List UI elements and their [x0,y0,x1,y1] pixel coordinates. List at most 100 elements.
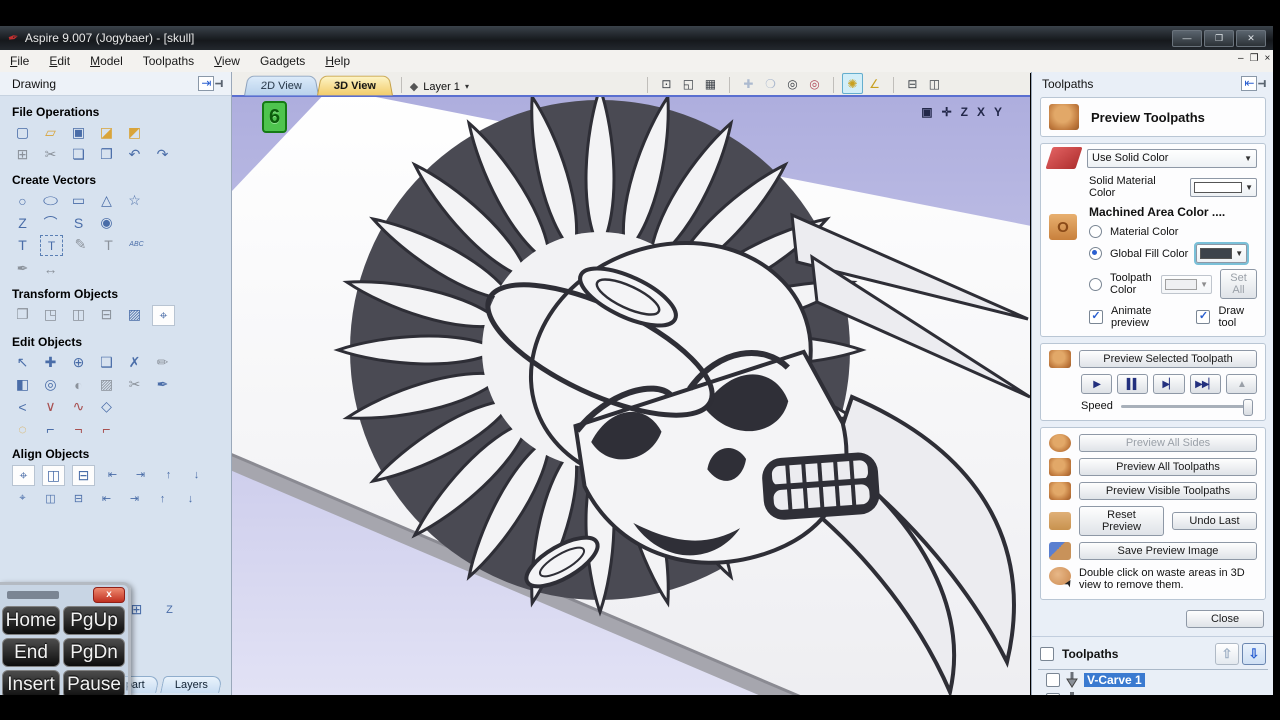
undo-last-button[interactable]: Undo Last [1172,512,1257,530]
grid-toggle-icon[interactable]: ▦ [700,73,721,94]
join-curve-icon[interactable]: ⌐ [96,419,117,438]
move-toolpath-down-button[interactable]: ⇩ [1242,643,1266,665]
window-title-bar[interactable]: ✒ Aspire 9.007 (Jogybaer) - [skull] — ❐ … [0,26,1280,50]
mdi-minimize-button[interactable]: – [1238,53,1244,65]
center-y-last-icon[interactable]: ⊟ [68,489,89,508]
open-file-icon[interactable]: ▱ [40,123,61,142]
draw-polyline-icon[interactable]: Z [12,213,33,232]
view-along-z-icon[interactable]: Z [961,105,968,119]
save-preview-image-button[interactable]: Save Preview Image [1079,542,1257,560]
select-cursor-icon[interactable]: ↖ [12,353,33,372]
snap-toggle-icon[interactable]: ⊡ [656,73,677,94]
close-vector-icon[interactable]: ◇ [96,397,117,416]
keycast-overlay-window[interactable]: x HomePgUpEndPgDnInsertPause [0,582,131,701]
join-line-icon[interactable]: ¬ [68,419,89,438]
join-move-icon[interactable]: ⌐ [40,419,61,438]
iso-view-icon[interactable]: ▣ [921,105,932,119]
pin-panel-icon[interactable]: ┳ [1258,80,1271,87]
toolpath-list-item[interactable]: V-Carve 1 [1032,670,1274,690]
move-object-icon[interactable]: ❐ [12,305,33,324]
draw-rectangle-icon[interactable]: ▭ [68,191,89,210]
center-x-material-icon[interactable]: ◫ [42,465,65,486]
run-to-end-button[interactable]: ▶▶▏ [1190,374,1221,394]
zoom-window-icon[interactable]: ◎ [782,73,803,94]
redo-icon[interactable]: ↷ [152,145,173,164]
zoom-selection-icon[interactable]: ◎ [804,73,825,94]
zoom-previous-icon[interactable]: ❍ [760,73,781,94]
tile-windows-vertical-icon[interactable]: ◫ [924,73,945,94]
cut-vector-node-icon[interactable]: ∨ [40,397,61,416]
rotate-view-icon[interactable]: ✛ [942,105,952,119]
new-file-icon[interactable]: ▢ [12,123,33,142]
align-bottom-icon[interactable]: ↓ [186,465,207,484]
distort-object-icon[interactable]: ▨ [124,305,145,324]
ungroup-objects-icon[interactable]: ✗ [124,353,145,372]
draw-star-icon[interactable]: ☆ [124,191,145,210]
fillet-tool-icon[interactable]: ✒ [152,375,173,394]
align-left-icon[interactable]: ⇤ [102,465,123,484]
draw-curve-icon[interactable]: S [68,213,89,232]
panel-tab[interactable]: Layers [160,676,223,693]
export-vectors-icon[interactable]: ◩ [124,123,145,142]
undo-icon[interactable]: ↶ [124,145,145,164]
draw-ellipse-icon[interactable]: ◯ [40,195,61,206]
align-top-edge-icon[interactable]: ↑ [152,489,173,508]
solid-color-dropdown[interactable]: Use Solid Color ▼ [1087,149,1257,168]
toolpaths-list-checkbox[interactable] [1040,647,1054,661]
draw-spiral-icon[interactable]: ◉ [96,213,117,232]
maximize-button[interactable]: ❐ [1204,30,1234,47]
align-left-edge-icon[interactable]: ⇤ [96,489,117,508]
copy-icon[interactable]: ❏ [68,145,89,164]
transform-mode-icon[interactable]: ⊕ [68,353,89,372]
tab-2d-view[interactable]: 2D View [244,76,319,96]
align-bottom-edge-icon[interactable]: ↓ [180,489,201,508]
align-right-icon[interactable]: ⇥ [130,465,151,484]
layer-selector[interactable]: ◆ Layer 1 ▾ [410,80,469,93]
close-button[interactable]: Close [1186,610,1264,628]
tab-3d-view[interactable]: 3D View [317,76,393,96]
set-size-icon[interactable]: ◳ [40,305,61,324]
smooth-vector-icon[interactable]: ∿ [68,397,89,416]
keycast-title-bar[interactable]: x [0,585,128,604]
pin-panel-icon[interactable]: ┳ [215,80,228,87]
pause-button[interactable]: ▌▌ [1117,374,1148,394]
tile-windows-horizontal-icon[interactable]: ⊟ [902,73,923,94]
menu-item[interactable]: Gadgets [250,52,315,70]
speed-slider[interactable] [1121,405,1253,408]
pan-view-icon[interactable]: ✚ [738,73,759,94]
mirror-horizontal-icon[interactable]: ◫ [68,305,89,324]
3d-view-viewport[interactable]: 6 ▣✛ZXY [232,97,1030,695]
preview-all-toolpaths-button[interactable]: Preview All Toolpaths [1079,458,1257,476]
edit-nodes-icon[interactable]: ✚ [40,353,61,372]
single-step-button[interactable]: ▶▏ [1153,374,1184,394]
preview-visible-toolpaths-button[interactable]: Preview Visible Toolpaths [1079,482,1257,500]
group-objects-icon[interactable]: ❑ [96,353,117,372]
dock-panel-icon[interactable]: ⇤ [1241,76,1257,91]
intersect-vectors-icon[interactable]: ◐ [68,375,89,394]
set-all-button[interactable]: Set All [1220,269,1257,299]
move-toolpath-up-button[interactable]: ⇧ [1215,643,1239,665]
text-on-curve-icon[interactable]: ABC [126,235,147,254]
draw-arc-icon[interactable]: ⌒ [40,213,61,232]
toolpath-visibility-checkbox[interactable] [1046,673,1060,687]
reset-preview-button[interactable]: Reset Preview [1079,506,1164,536]
toolpath-item-label[interactable]: V-Carve 1 [1084,673,1145,687]
light-direction-icon[interactable]: ∠ [864,73,885,94]
toolpath-color-dropdown[interactable]: ▼ [1161,275,1212,294]
keycast-close-button[interactable]: x [93,587,125,603]
material-color-radio[interactable] [1089,225,1102,238]
view-along-y-icon[interactable]: Y [994,105,1002,119]
preview-all-sides-button[interactable]: Preview All Sides [1079,434,1257,452]
global-fill-color-dropdown[interactable]: ▼ [1196,244,1247,263]
layout-zig-icon[interactable]: Z [159,600,180,619]
close-button[interactable]: ✕ [1236,30,1266,47]
menu-item[interactable]: Help [315,52,360,70]
align-center-material-icon[interactable]: ⌖ [12,465,35,486]
preview-selected-toolpath-button[interactable]: Preview Selected Toolpath [1079,350,1257,368]
dimension-icon[interactable]: ↔ [40,259,61,278]
save-file-icon[interactable]: ▣ [68,123,89,142]
menu-item[interactable]: View [204,52,250,70]
dock-panel-icon[interactable]: ⇥ [198,76,214,91]
mdi-restore-button[interactable]: ❐ [1250,53,1259,65]
subtract-vectors-icon[interactable]: ◎ [40,375,61,394]
